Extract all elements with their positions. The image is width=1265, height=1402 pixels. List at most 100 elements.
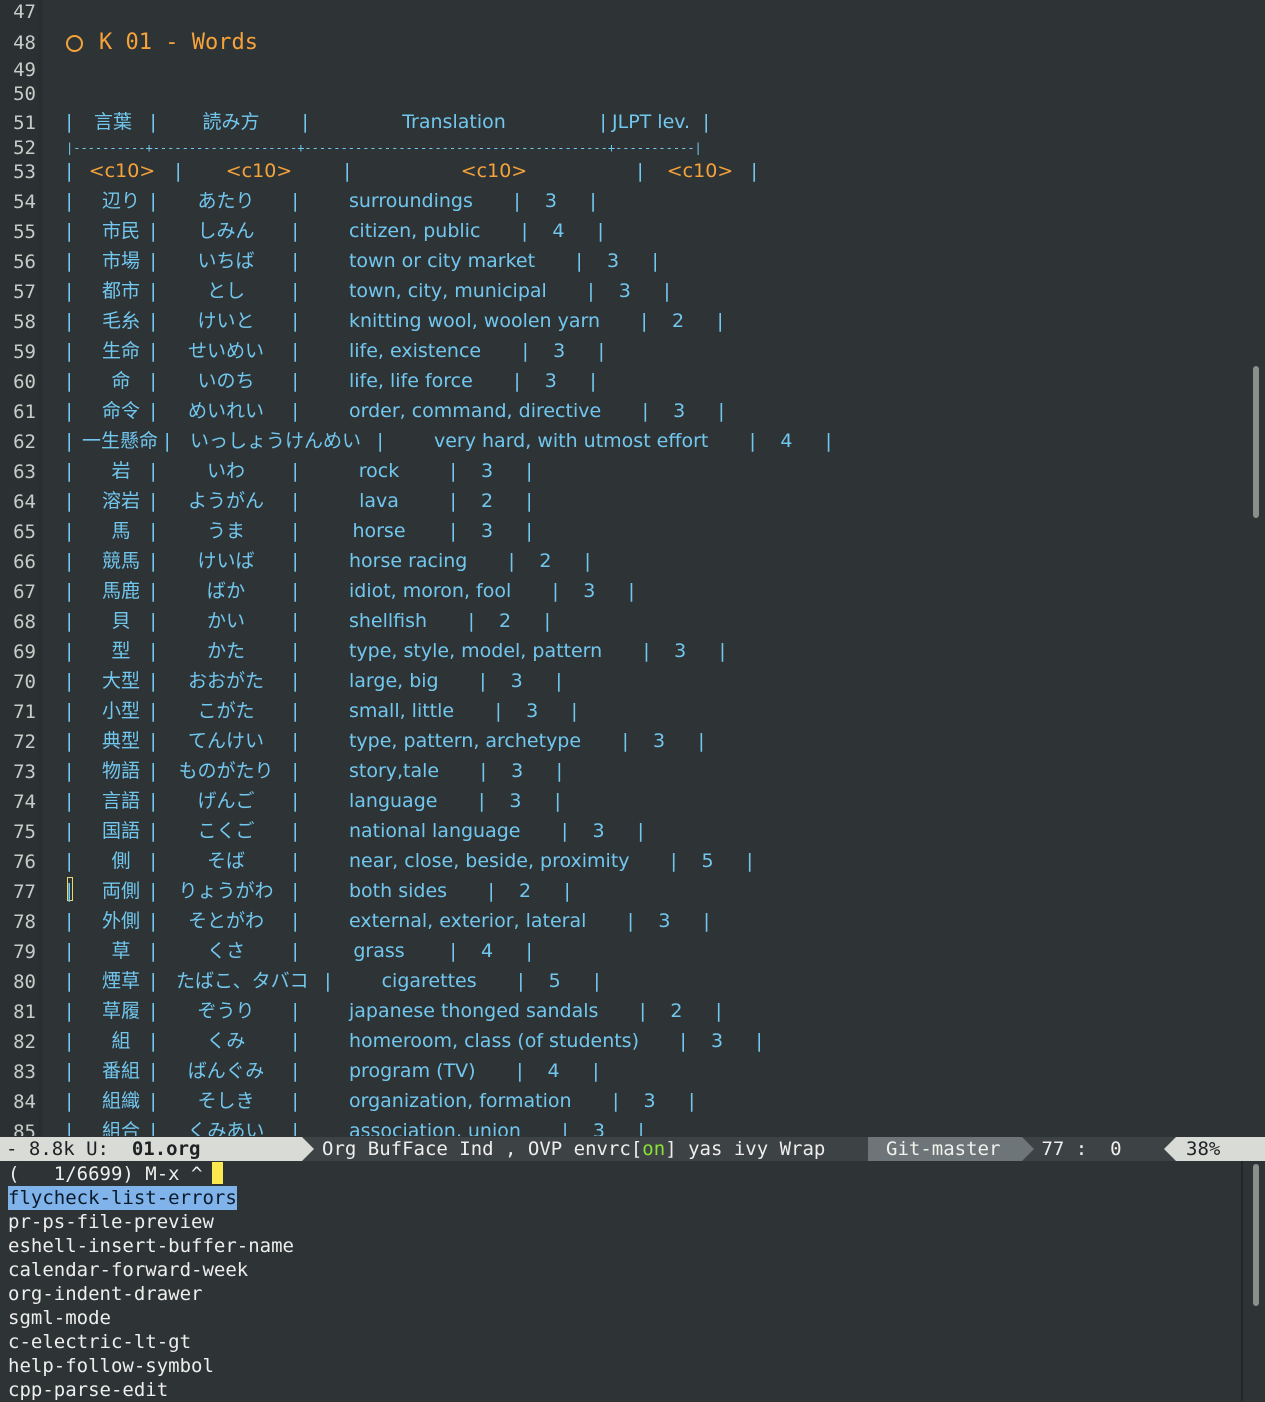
- table-row[interactable]: | 馬鹿 | ばか | idiot, moron, fool | 3 |: [66, 580, 826, 602]
- table-pipe: |: [292, 220, 299, 242]
- table-pipe: |: [66, 1060, 73, 1082]
- table-row[interactable]: | 市民 | しみん | citizen, public | 4 |: [66, 220, 826, 242]
- table-width-row[interactable]: | <c10> | <c10> | <c10> | <c10> |: [66, 160, 766, 182]
- table-pipe: |: [377, 430, 384, 452]
- word-cell: 命: [111, 370, 131, 392]
- table-pipe: |: [66, 490, 73, 512]
- table-row[interactable]: | 命 | いのち | life, life force | 3 |: [66, 370, 826, 392]
- line-number: 67: [13, 581, 36, 603]
- completion-candidate[interactable]: c-electric-lt-gt: [8, 1330, 191, 1354]
- table-pipe: |: [66, 520, 73, 542]
- table-pipe: |: [150, 1030, 157, 1052]
- table-row[interactable]: | 言語 | げんご | language | 3 |: [66, 790, 826, 812]
- table-pipe: |: [292, 460, 299, 482]
- word-cell: 物語: [101, 760, 140, 782]
- table-row[interactable]: | 草履 | ぞうり | japanese thonged sandals | 2 |: [66, 1000, 826, 1022]
- reading-cell: そしき: [197, 1090, 255, 1112]
- git-branch[interactable]: Git-master: [868, 1137, 1022, 1161]
- minibuffer[interactable]: ( 1/6699) M-x ^ flycheck-list-errors pr-p…: [0, 1161, 1265, 1401]
- cursor-position: 77 : 0: [1030, 1138, 1122, 1160]
- line-number: 52: [13, 137, 36, 159]
- mode-line[interactable]: - 8.8k U: 01.org Org BufFace Ind , OVP e…: [0, 1137, 1265, 1161]
- line-number: 83: [13, 1061, 36, 1083]
- table-row[interactable]: | 生命 | せいめい | life, existence | 3 |: [66, 340, 826, 362]
- reading-cell: くさ: [206, 940, 245, 962]
- table-row[interactable]: | 都市 | とし | town, city, municipal | 3 |: [66, 280, 826, 302]
- reading-cell: くみ: [206, 1030, 246, 1052]
- org-heading[interactable]: K 01 - Words: [66, 31, 258, 55]
- completion-candidate[interactable]: cpp-parse-edit: [8, 1378, 168, 1402]
- line-number: 60: [13, 371, 36, 393]
- completion-candidate[interactable]: help-follow-symbol: [8, 1354, 214, 1378]
- editor-scrollbar-thumb[interactable]: [1253, 366, 1259, 518]
- reading-cell: ばんぐみ: [187, 1060, 265, 1082]
- minibuffer-scrollbar-thumb[interactable]: [1253, 1164, 1259, 1306]
- translation-cell: association, union: [348, 1120, 521, 1136]
- table-row[interactable]: | 組 | くみ | homeroom, class (of students) | 3 |: [66, 1030, 826, 1052]
- completion-candidate[interactable]: flycheck-list-errors: [8, 1186, 237, 1210]
- line-number: 54: [13, 191, 36, 213]
- table-row[interactable]: | 大型 | おおがた | large, big | 3 |: [66, 670, 826, 692]
- completion-candidate[interactable]: eshell-insert-buffer-name: [8, 1234, 294, 1258]
- reading-cell: かた: [206, 640, 245, 662]
- table-row[interactable]: | 毛糸 | けいと | knitting wool, woolen yarn | 2 |: [66, 310, 826, 332]
- level-cell: 3: [526, 700, 539, 722]
- table-row[interactable]: | 両側 | りょうがわ | both sides | 2 |: [66, 880, 826, 902]
- minibuffer-cursor: [212, 1162, 223, 1184]
- table-pipe: |: [150, 490, 157, 512]
- table-row[interactable]: | 辺り | あたり | surroundings | 3 |: [66, 190, 826, 212]
- table-row[interactable]: | 外側 | そとがわ | external, exterior, lateral | 3 |: [66, 910, 826, 932]
- table-row[interactable]: | 型 | かた | type, style, model, pattern | 3 |: [66, 640, 826, 662]
- table-pipe: |: [292, 610, 299, 632]
- line-number: 66: [13, 551, 36, 573]
- table-row[interactable]: | 煙草 | たばこ、タバコ | cigarettes | 5 |: [66, 970, 826, 992]
- table-row[interactable]: | 物語 | ものがたり | story,tale | 3 |: [66, 760, 826, 782]
- table-row[interactable]: | 溶岩 | ようがん | lava | 2 |: [66, 490, 826, 512]
- table-pipe: |: [66, 370, 73, 392]
- mode-line-modes[interactable]: Org BufFace Ind , OVP envrc[on] yas ivy …: [322, 1137, 825, 1161]
- table-row[interactable]: | 典型 | てんけい | type, pattern, archetype | 3 |: [66, 730, 826, 752]
- buffer-name[interactable]: 01.org: [132, 1138, 201, 1160]
- level-cell: 4: [780, 430, 793, 452]
- table-row[interactable]: | 貝 | かい | shellfish | 2 |: [66, 610, 826, 632]
- table-row[interactable]: | 馬 | うま | horse | 3 |: [66, 520, 826, 542]
- table-pipe: |: [468, 610, 475, 632]
- table-pipe: |: [66, 340, 73, 362]
- table-row[interactable]: | 競馬 | けいば | horse racing | 2 |: [66, 550, 826, 572]
- table-row[interactable]: | 国語 | こくご | national language | 3 |: [66, 820, 826, 842]
- table-pipe: |: [150, 340, 157, 362]
- table-pipe: |: [641, 310, 648, 332]
- table-row[interactable]: | 側 | そば | near, close, beside, proximity | 5 |: [66, 850, 826, 872]
- todo-circle-icon: [66, 34, 83, 52]
- table-pipe: |: [150, 610, 157, 632]
- table-row[interactable]: | 組合 | くみあい | association, union | 3 |: [66, 1120, 826, 1136]
- completion-candidate[interactable]: sgml-mode: [8, 1306, 111, 1330]
- table-row[interactable]: | 番組 | ばんぐみ | program (TV) | 4 |: [66, 1060, 826, 1082]
- powerline-arrow-icon: [856, 1137, 868, 1161]
- completion-candidate[interactable]: calendar-forward-week: [8, 1258, 248, 1282]
- table-row[interactable]: | 草 | くさ | grass | 4 |: [66, 940, 826, 962]
- table-row[interactable]: | 小型 | こがた | small, little | 3 |: [66, 700, 826, 722]
- powerline-arrow-icon: [302, 1137, 314, 1161]
- level-cell: 3: [544, 190, 557, 212]
- table-row[interactable]: | 命令 | めいれい | order, command, directive | 3 |: [66, 400, 826, 422]
- completion-candidate[interactable]: pr-ps-file-preview: [8, 1210, 214, 1234]
- translation-cell: shellfish: [348, 610, 428, 632]
- table-row[interactable]: | 組織 | そしき | organization, formation | 3 |: [66, 1090, 826, 1112]
- table-pipe: |: [555, 670, 563, 692]
- reading-cell: げんご: [197, 790, 255, 812]
- line-number: 81: [13, 1001, 36, 1023]
- table-row[interactable]: | 市場 | いちば | town or city market | 3 |: [66, 250, 826, 272]
- table-pipe: |: [637, 1120, 645, 1136]
- translation-cell: grass: [353, 940, 405, 962]
- mx-prompt[interactable]: ( 1/6699) M-x ^: [8, 1162, 202, 1186]
- completion-candidate[interactable]: org-indent-drawer: [8, 1282, 202, 1306]
- editor-scrollbar[interactable]: [1250, 0, 1260, 1136]
- reading-cell: けいと: [197, 310, 255, 332]
- table-row[interactable]: | 一生懸命 | いっしょうけんめい | very hard, with utmost e…: [66, 430, 832, 452]
- editor-window[interactable]: 47 48 49 50 51 52 53 K 01 - Words | 言葉 |…: [0, 0, 1265, 1136]
- table-pipe: |: [150, 880, 157, 902]
- table-header-row[interactable]: | 言葉 | 読み方 | Translation | JLPT lev. |: [66, 111, 726, 133]
- table-pipe: |: [66, 940, 73, 962]
- table-row[interactable]: | 岩 | いわ | rock | 3 |: [66, 460, 826, 482]
